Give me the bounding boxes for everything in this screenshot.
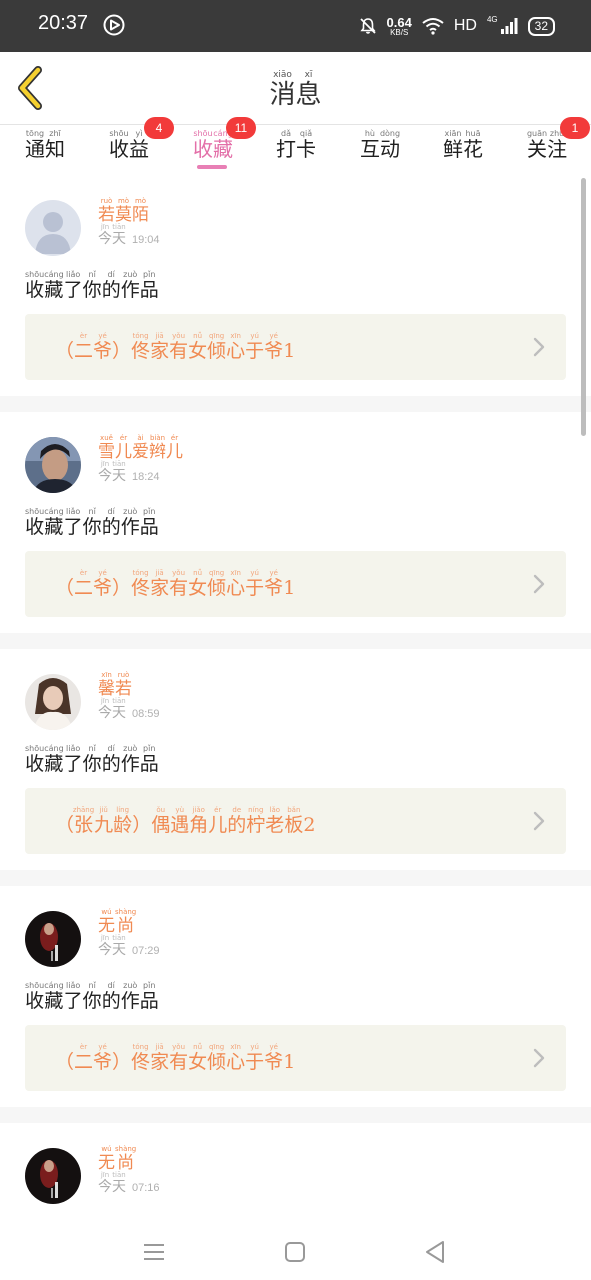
notification-card: 无wú尚shàng 今jīn天tiān07:16 bbox=[0, 1123, 591, 1220]
net-speed: 0.64 KB/S bbox=[386, 14, 412, 37]
username[interactable]: 无wú尚shàng bbox=[98, 1145, 136, 1173]
chevron-right-icon bbox=[533, 1048, 545, 1068]
action-text: 收shōu藏cáng了liǎo你nǐ的dí作zuò品pǐn bbox=[25, 507, 159, 538]
work-title: （二èr爷yé）佟tóng家jiā有yǒu女nǚ倾qīng心xīn于yú爷yé1 bbox=[55, 332, 296, 362]
username[interactable]: 若ruò莫mò陌mò bbox=[98, 197, 149, 225]
notification-card: 若ruò莫mò陌mò 今jīn天tiān19:04 收shōu藏cáng了liǎ… bbox=[0, 175, 591, 396]
timestamp: 今jīn天tiān07:29 bbox=[98, 934, 160, 958]
header: 消xiāo息xī bbox=[0, 52, 591, 125]
work-link[interactable]: （张zhāng九jiǔ龄líng）偶ǒu遇yù角jiǎo儿ér的de柠níng老… bbox=[25, 788, 566, 854]
action-text: 收shōu藏cáng了liǎo你nǐ的dí作zuò品pǐn bbox=[25, 981, 159, 1012]
work-link[interactable]: （二èr爷yé）佟tóng家jiā有yǒu女nǚ倾qīng心xīn于yú爷yé1 bbox=[25, 551, 566, 617]
mute-bell-icon bbox=[359, 18, 376, 34]
system-nav-bar bbox=[0, 1220, 591, 1280]
tab-flowers[interactable]: 鲜xiān花huā bbox=[435, 129, 491, 162]
signal-icon bbox=[500, 18, 518, 34]
badge-follow: 1 bbox=[560, 117, 590, 139]
timestamp: 今jīn天tiān08:59 bbox=[98, 697, 160, 721]
badge-earnings: 4 bbox=[144, 117, 174, 139]
timestamp: 今jīn天tiān19:04 bbox=[98, 223, 160, 247]
tab-bar: 通tōng知zhī 收shōu益yì 4 收shōu藏cáng 11 打dǎ卡q… bbox=[0, 117, 591, 175]
notification-card: 雪xuě儿ér爱ài辫biàn儿ér 今jīn天tiān18:24 收shōu藏… bbox=[0, 412, 591, 633]
chevron-right-icon bbox=[533, 811, 545, 831]
tab-interaction[interactable]: 互hù动dòng bbox=[352, 129, 408, 162]
hd-indicator: HD bbox=[453, 17, 477, 34]
avatar-photo[interactable] bbox=[25, 437, 81, 493]
network-type: 4G bbox=[486, 14, 498, 24]
play-store-icon bbox=[103, 14, 125, 36]
username[interactable]: 馨xīn若ruò bbox=[98, 671, 132, 699]
work-link[interactable]: （二èr爷yé）佟tóng家jiā有yǒu女nǚ倾qīng心xīn于yú爷yé1 bbox=[25, 314, 566, 380]
work-link[interactable]: （二èr爷yé）佟tóng家jiā有yǒu女nǚ倾qīng心xīn于yú爷yé1 bbox=[25, 1025, 566, 1091]
action-text: 收shōu藏cáng了liǎo你nǐ的dí作zuò品pǐn bbox=[25, 270, 159, 301]
tab-notifications[interactable]: 通tōng知zhī bbox=[17, 129, 73, 162]
avatar-photo[interactable] bbox=[25, 911, 81, 967]
username[interactable]: 雪xuě儿ér爱ài辫biàn儿ér bbox=[98, 434, 183, 462]
battery-indicator: 32 bbox=[527, 16, 555, 36]
wifi-icon bbox=[422, 18, 444, 35]
action-text: 收shōu藏cáng了liǎo你nǐ的dí作zuò品pǐn bbox=[25, 744, 159, 775]
active-tab-indicator bbox=[197, 165, 227, 169]
avatar-default[interactable] bbox=[25, 200, 81, 256]
menu-icon[interactable] bbox=[134, 1232, 174, 1272]
work-title: （二èr爷yé）佟tóng家jiā有yǒu女nǚ倾qīng心xīn于yú爷yé1 bbox=[55, 1043, 296, 1073]
badge-favorites: 11 bbox=[226, 117, 256, 139]
back-triangle-icon[interactable] bbox=[415, 1232, 455, 1272]
home-square-icon[interactable] bbox=[275, 1232, 315, 1272]
status-time: 20:37 bbox=[38, 12, 89, 34]
chevron-right-icon bbox=[533, 574, 545, 594]
page-title: 消xiāo息xī bbox=[269, 70, 322, 110]
avatar-photo[interactable] bbox=[25, 674, 81, 730]
chevron-right-icon bbox=[533, 337, 545, 357]
status-bar: 20:37 0.64 KB/S HD 4G 32 bbox=[0, 0, 591, 52]
work-title: （张zhāng九jiǔ龄líng）偶ǒu遇yù角jiǎo儿ér的de柠níng老… bbox=[55, 806, 316, 836]
username[interactable]: 无wú尚shàng bbox=[98, 908, 136, 936]
tab-checkin[interactable]: 打dǎ卡qiǎ bbox=[268, 129, 324, 162]
notification-card: 馨xīn若ruò 今jīn天tiān08:59 收shōu藏cáng了liǎo你… bbox=[0, 649, 591, 870]
avatar-photo[interactable] bbox=[25, 1148, 81, 1204]
work-title: （二èr爷yé）佟tóng家jiā有yǒu女nǚ倾qīng心xīn于yú爷yé1 bbox=[55, 569, 296, 599]
scrollbar-thumb[interactable] bbox=[581, 178, 586, 436]
notification-card: 无wú尚shàng 今jīn天tiān07:29 收shōu藏cáng了liǎo… bbox=[0, 886, 591, 1107]
timestamp: 今jīn天tiān18:24 bbox=[98, 460, 160, 484]
timestamp: 今jīn天tiān07:16 bbox=[98, 1171, 160, 1195]
status-indicators: 0.64 KB/S HD 4G 32 bbox=[359, 12, 555, 40]
notification-list[interactable]: 若ruò莫mò陌mò 今jīn天tiān19:04 收shōu藏cáng了liǎ… bbox=[0, 175, 591, 1220]
